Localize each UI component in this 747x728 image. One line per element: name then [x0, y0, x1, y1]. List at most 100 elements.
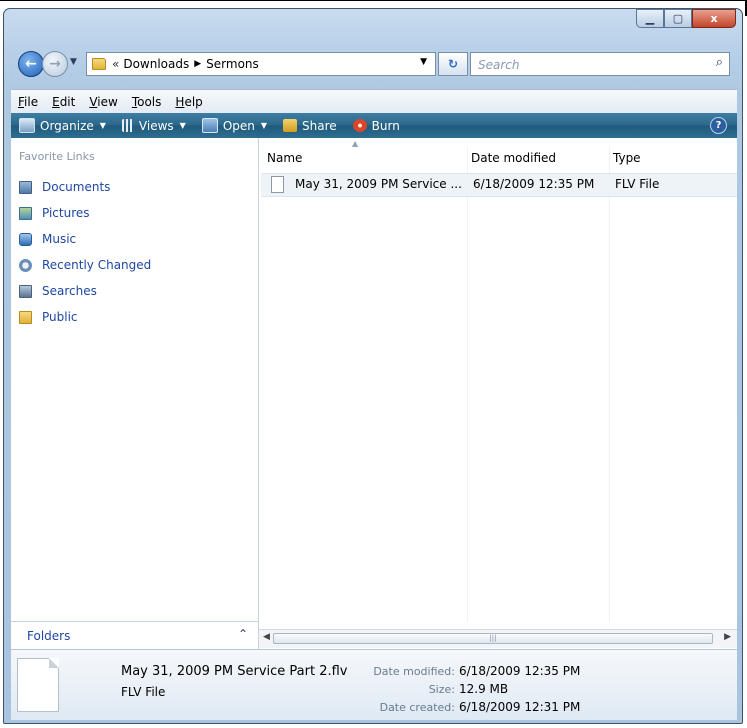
caption-buttons: ▁ ▢ x: [636, 9, 736, 28]
pictures-icon: [19, 206, 32, 220]
views-icon: [121, 119, 134, 132]
favorite-link-recently-changed[interactable]: Recently Changed: [19, 252, 151, 278]
share-label: Share: [302, 118, 337, 133]
refresh-icon: ↻: [447, 57, 459, 71]
explorer-window: ▁ ▢ x ← → ▼ « Downloads ▶ Sermons ▼ ↻ ⌕ …: [3, 8, 743, 724]
menu-edit[interactable]: Edit: [45, 95, 82, 109]
address-dropdown-icon[interactable]: ▼: [420, 57, 427, 67]
refresh-button[interactable]: ↻: [438, 52, 468, 76]
favorite-link-label: Recently Changed: [42, 258, 152, 272]
music-icon: [19, 232, 32, 246]
chevron-down-icon: ▼: [260, 121, 268, 130]
open-button[interactable]: Open ▼: [194, 118, 275, 133]
close-icon: x: [710, 12, 718, 25]
breadcrumb-downloads[interactable]: Downloads: [123, 57, 189, 71]
column-divider: [609, 147, 610, 622]
organize-button[interactable]: Organize ▼: [11, 118, 114, 133]
favorite-link-label: Pictures: [42, 206, 90, 220]
file-icon: [271, 176, 284, 193]
views-button[interactable]: Views ▼: [114, 119, 194, 133]
column-header-date-modified[interactable]: Date modified: [467, 147, 609, 169]
documents-icon: [19, 180, 32, 194]
file-list: ▲ Name Date modified Type May 31, 2009 P…: [259, 138, 737, 649]
scroll-right-icon[interactable]: ▶: [724, 632, 731, 642]
favorite-link-label: Searches: [42, 284, 97, 298]
file-name: May 31, 2009 PM Service ...: [295, 177, 462, 191]
back-button[interactable]: ←: [18, 51, 44, 77]
folder-icon: [92, 58, 106, 70]
forward-button[interactable]: →: [42, 51, 68, 77]
burn-icon: [352, 119, 367, 132]
views-label: Views: [138, 118, 174, 133]
forward-arrow-icon: →: [49, 56, 61, 72]
date-created-value: 6/18/2009 12:31 PM: [459, 700, 581, 714]
searches-icon: [19, 284, 32, 298]
favorite-link-label: Documents: [42, 180, 111, 194]
menu-bar: File Edit View Tools Help: [11, 89, 737, 114]
address-overflow[interactable]: «: [112, 57, 119, 71]
horizontal-scrollbar[interactable]: ◀ ||| ▶: [259, 629, 737, 648]
address-bar[interactable]: « Downloads ▶ Sermons ▼: [86, 52, 436, 76]
date-created-label: Date created:: [379, 701, 455, 714]
size-label: Size:: [428, 683, 455, 696]
minimize-button[interactable]: ▁: [636, 9, 664, 28]
back-arrow-icon: ←: [25, 56, 37, 72]
maximize-button[interactable]: ▢: [664, 9, 692, 28]
public-folder-icon: [19, 310, 32, 324]
favorite-link-music[interactable]: Music: [19, 226, 151, 252]
address-row: ← → ▼ « Downloads ▶ Sermons ▼ ↻ ⌕: [18, 51, 730, 79]
details-pane: May 31, 2009 PM Service Part 2.flv FLV F…: [11, 649, 737, 720]
search-input[interactable]: [476, 54, 700, 76]
menu-help[interactable]: Help: [168, 95, 209, 109]
search-icon[interactable]: ⌕: [716, 55, 723, 70]
column-header-name[interactable]: Name: [263, 147, 467, 169]
favorite-link-label: Public: [42, 310, 78, 324]
breadcrumb-separator-icon[interactable]: ▶: [194, 59, 201, 69]
open-label: Open: [222, 118, 255, 133]
maximize-icon: ▢: [672, 12, 684, 25]
close-button[interactable]: x: [692, 9, 736, 28]
favorite-links-title: Favorite Links: [19, 150, 95, 163]
menu-file[interactable]: File: [11, 95, 45, 109]
details-filetype: FLV File: [121, 685, 166, 699]
burn-button[interactable]: Burn: [345, 119, 408, 133]
top-border: [0, 0, 747, 1]
details-filename: May 31, 2009 PM Service Part 2.flv: [121, 664, 348, 679]
help-icon[interactable]: ?: [710, 117, 727, 134]
favorite-link-pictures[interactable]: Pictures: [19, 200, 151, 226]
file-date-modified: 6/18/2009 12:35 PM: [473, 177, 595, 191]
file-row[interactable]: May 31, 2009 PM Service ... 6/18/2009 12…: [261, 173, 737, 197]
file-type: FLV File: [615, 177, 660, 191]
chevron-down-icon: ▼: [99, 121, 106, 130]
favorite-link-searches[interactable]: Searches: [19, 278, 151, 304]
breadcrumb-sermons[interactable]: Sermons: [206, 57, 259, 71]
command-bar: Organize ▼ Views ▼ Open ▼ Share Burn ?: [11, 113, 737, 138]
scrollbar-thumb[interactable]: |||: [273, 633, 713, 644]
favorite-links-list: Documents Pictures Music Recently Change…: [19, 174, 151, 330]
size-value: 12.9 MB: [459, 682, 509, 696]
column-headers: ▲ Name Date modified Type: [259, 139, 737, 169]
chevron-down-icon: ▼: [179, 121, 186, 130]
date-modified-value: 6/18/2009 12:35 PM: [459, 664, 581, 678]
menu-tools[interactable]: Tools: [125, 95, 169, 109]
navigation-pane: Favorite Links Documents Pictures Music …: [11, 138, 259, 649]
open-icon: [201, 118, 218, 133]
recently-changed-icon: [19, 258, 32, 272]
burn-label: Burn: [371, 118, 400, 133]
minimize-icon: ▁: [645, 12, 655, 25]
favorite-link-documents[interactable]: Documents: [19, 174, 151, 200]
share-icon: [283, 119, 298, 132]
favorite-link-public[interactable]: Public: [19, 304, 151, 330]
file-preview-icon: [17, 658, 59, 712]
recent-pages-dropdown[interactable]: ▼: [70, 57, 77, 67]
chevron-up-icon: ⌃: [237, 627, 248, 641]
favorite-link-label: Music: [42, 232, 77, 246]
scroll-left-icon[interactable]: ◀: [263, 632, 270, 642]
column-header-type[interactable]: Type: [609, 147, 733, 169]
folders-toggle[interactable]: Folders ⌃: [11, 621, 258, 650]
search-box: ⌕: [470, 52, 730, 76]
folders-label: Folders: [27, 629, 71, 643]
organize-icon: [19, 118, 35, 133]
menu-view[interactable]: View: [82, 95, 124, 109]
share-button[interactable]: Share: [275, 119, 345, 133]
